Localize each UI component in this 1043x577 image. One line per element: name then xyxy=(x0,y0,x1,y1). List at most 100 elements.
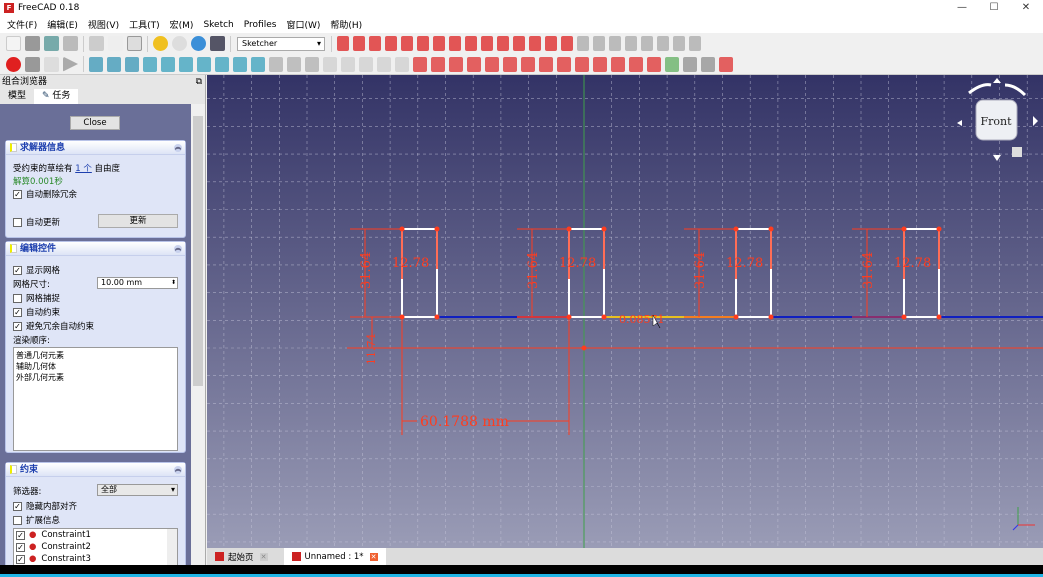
print-icon[interactable] xyxy=(63,36,78,51)
menu-window[interactable]: 窗口(W) xyxy=(281,18,325,31)
menu-help[interactable]: 帮助(H) xyxy=(325,18,367,31)
view-tool-icon[interactable] xyxy=(521,56,535,72)
sketch-rectangle[interactable] xyxy=(903,228,940,318)
view-tool-icon[interactable] xyxy=(557,56,571,72)
sketch-tool-icon[interactable] xyxy=(465,36,477,51)
update-button[interactable]: 更新 xyxy=(98,214,178,228)
sketch-tool-icon[interactable] xyxy=(481,36,493,51)
view-tool-icon[interactable] xyxy=(665,56,679,72)
view-tool-icon[interactable] xyxy=(449,56,463,72)
sketch-tool-icon[interactable] xyxy=(577,36,589,51)
sketch-tool-icon[interactable] xyxy=(353,36,365,51)
menu-macro[interactable]: 宏(M) xyxy=(165,18,199,31)
close-button[interactable]: Close xyxy=(70,116,120,130)
view-tool-icon[interactable] xyxy=(125,56,139,72)
view-tool-icon[interactable] xyxy=(305,56,319,72)
height-dimension[interactable]: 31.64 xyxy=(526,252,541,289)
width-dimension[interactable]: 12.78 xyxy=(894,256,931,271)
menu-file[interactable]: 文件(F) xyxy=(2,18,42,31)
sketch-canvas[interactable]: 60.1788 mm 11.74 0.08571 31.64 12.78 31.64… xyxy=(207,75,1043,548)
height-dimension[interactable]: 31.64 xyxy=(359,252,374,289)
list-item[interactable]: 辅助几何体 xyxy=(16,361,175,372)
view-tool-icon[interactable] xyxy=(143,56,157,72)
sketch-tool-icon[interactable] xyxy=(625,36,637,51)
view-tool-icon[interactable] xyxy=(395,56,409,72)
show-grid-checkbox[interactable]: ✓ 显示网格 xyxy=(13,264,60,276)
spin-arrows-icon[interactable]: ⬍ xyxy=(171,278,176,288)
view-tool-icon[interactable] xyxy=(161,56,175,72)
whats-this-icon[interactable] xyxy=(210,36,225,51)
collapse-icon[interactable]: ︽ xyxy=(174,245,182,253)
offset-dimension[interactable]: 11.74 xyxy=(365,334,378,366)
sketch-tool-icon[interactable] xyxy=(561,36,573,51)
open-icon[interactable] xyxy=(25,36,40,51)
view-tool-icon[interactable] xyxy=(287,56,301,72)
view-tool-icon[interactable] xyxy=(719,56,733,72)
view-tool-icon[interactable] xyxy=(647,56,661,72)
constraints-header[interactable]: 约束 ︽ xyxy=(6,463,185,477)
sketch-tool-icon[interactable] xyxy=(593,36,605,51)
sketch-vertex[interactable] xyxy=(768,314,774,320)
list-item[interactable]: 普通几何元素 xyxy=(16,350,175,361)
view-tool-icon[interactable] xyxy=(701,56,715,72)
sketch-vertex[interactable] xyxy=(768,226,774,232)
save-icon[interactable] xyxy=(44,36,59,51)
view-tool-icon[interactable] xyxy=(485,56,499,72)
navcube-mini-cube-icon[interactable] xyxy=(1012,147,1022,157)
run-macro-icon[interactable] xyxy=(63,56,78,72)
sketch-vertex[interactable] xyxy=(601,226,607,232)
menu-tools[interactable]: 工具(T) xyxy=(124,18,165,31)
height-dimension[interactable]: 31.64 xyxy=(693,252,708,289)
task-panel-scrollbar[interactable] xyxy=(191,104,205,565)
width-dimension[interactable]: 12.78 xyxy=(392,256,429,271)
auto-remove-redundant-checkbox[interactable]: ✓ 自动删除冗余 xyxy=(13,188,77,200)
edit-controls-header[interactable]: 编辑控件 ︽ xyxy=(6,242,185,256)
sketch-tool-icon[interactable] xyxy=(689,36,701,51)
undock-icon[interactable]: ⧉ xyxy=(196,75,202,89)
list-item[interactable]: 外部几何元素 xyxy=(16,372,175,383)
view-tool-icon[interactable] xyxy=(413,56,427,72)
close-tab-icon[interactable]: ✕ xyxy=(259,552,268,561)
view-tool-icon[interactable] xyxy=(683,56,697,72)
view-tool-icon[interactable] xyxy=(593,56,607,72)
menu-edit[interactable]: 编辑(E) xyxy=(42,18,83,31)
height-dimension[interactable]: 31.64 xyxy=(861,252,876,289)
sketch-vertex[interactable] xyxy=(601,314,607,320)
sketch-tool-icon[interactable] xyxy=(609,36,621,51)
extended-info-checkbox[interactable]: 扩展信息 xyxy=(13,514,60,526)
list-scrollbar[interactable] xyxy=(167,529,177,565)
sketch-tool-icon[interactable] xyxy=(337,36,349,51)
sketch-vertex[interactable] xyxy=(936,226,942,232)
view-tool-icon[interactable] xyxy=(197,56,211,72)
cut-icon[interactable] xyxy=(89,36,104,51)
view-tool-icon[interactable] xyxy=(233,56,247,72)
tab-model[interactable]: 模型 xyxy=(0,89,34,104)
maximize-button[interactable]: ☐ xyxy=(978,0,1010,16)
navigation-cube[interactable]: Front xyxy=(957,78,1038,161)
sketch-tool-icon[interactable] xyxy=(529,36,541,51)
navcube-rotate-arrows-icon[interactable] xyxy=(968,83,1027,97)
view-tool-icon[interactable] xyxy=(467,56,481,72)
sketch-vertex[interactable] xyxy=(434,314,440,320)
sketch-rectangle[interactable] xyxy=(735,228,772,318)
undo-icon[interactable] xyxy=(153,36,168,51)
view-tool-icon[interactable] xyxy=(539,56,553,72)
view-tool-icon[interactable] xyxy=(215,56,229,72)
view-tool-icon[interactable] xyxy=(629,56,643,72)
sketch-tool-icon[interactable] xyxy=(433,36,445,51)
hide-internal-checkbox[interactable]: ✓ 隐藏内部对齐 xyxy=(13,500,77,512)
collapse-icon[interactable]: ︽ xyxy=(174,144,182,152)
3d-viewport[interactable]: 60.1788 mm 11.74 0.08571 31.64 12.78 31.64… xyxy=(207,75,1043,548)
minimize-button[interactable]: — xyxy=(946,0,978,16)
view-tool-icon[interactable] xyxy=(503,56,517,72)
paste-icon[interactable] xyxy=(127,36,142,51)
sketch-tool-icon[interactable] xyxy=(657,36,669,51)
menu-view[interactable]: 视图(V) xyxy=(83,18,124,31)
copy-icon[interactable] xyxy=(108,36,123,51)
constraint-list[interactable]: ✓ ● Constraint1 ✓ ● Constraint2 ✓ ● Constraint… xyxy=(13,528,178,565)
tab-start-page[interactable]: 起始页 ✕ xyxy=(207,548,276,565)
sketch-tool-icon[interactable] xyxy=(641,36,653,51)
new-file-icon[interactable] xyxy=(6,36,21,51)
solver-header[interactable]: 求解器信息 ︽ xyxy=(6,141,185,155)
grid-size-spinbox[interactable]: 10.00 mm ⬍ xyxy=(97,277,178,289)
